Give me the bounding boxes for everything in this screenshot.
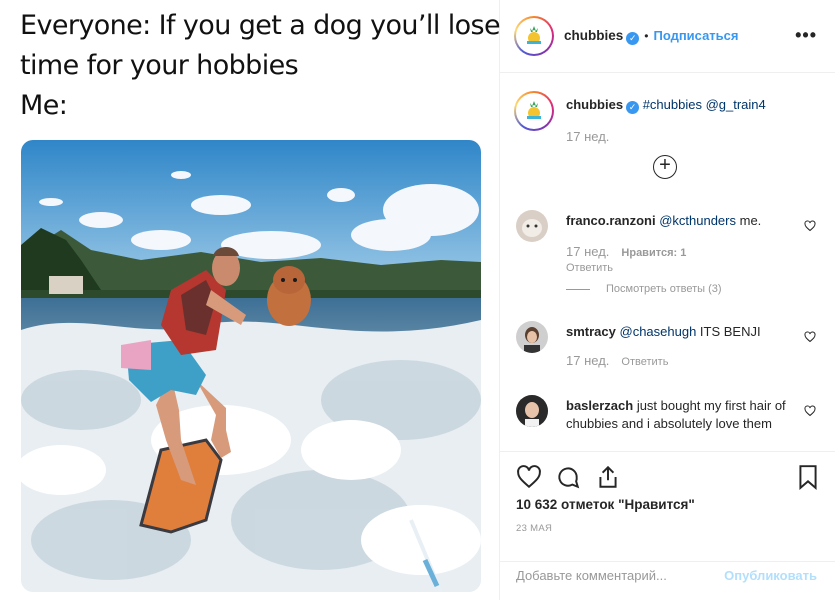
commenter-avatar[interactable] (516, 395, 548, 427)
like-comment-heart-icon[interactable] (804, 220, 816, 232)
post-photo[interactable] (21, 140, 481, 592)
comment-reply-button[interactable]: Ответить (566, 262, 613, 274)
meme-caption: Everyone: If you get a dog you’ll lose t… (20, 6, 501, 126)
add-comment-input[interactable]: Добавьте комментарий... (516, 568, 667, 583)
view-replies-button[interactable]: Посмотреть ответы (3) (566, 283, 722, 295)
comment-text: smtracy @chasehugh ITS BENJI (566, 323, 796, 341)
comment-meta: 17 нед. Нравится: 1 (566, 244, 686, 259)
post-actions: 10 632 отметок "Нравится" 23 МАЯ (500, 451, 835, 561)
comment-username[interactable]: baslerzach (566, 398, 633, 413)
meme-line-2: time for your hobbies (20, 50, 299, 81)
comment-bubble-icon[interactable] (555, 464, 581, 490)
like-comment-heart-icon[interactable] (804, 331, 816, 343)
comment-reply-button[interactable]: Ответить (621, 356, 668, 368)
header-user-line: chubbies ✓ • Подписаться (564, 28, 738, 45)
post-date: 23 МАЯ (516, 523, 553, 534)
surfing-dog-photo (21, 140, 481, 592)
comments-list[interactable]: chubbies ✓ #chubbies @g_train4 17 нед. + … (500, 73, 835, 451)
verified-badge-icon: ✓ (626, 101, 640, 114)
comment-row: smtracy @chasehugh ITS BENJI 17 нед. Отве… (516, 319, 816, 369)
more-options-icon[interactable]: ••• (795, 26, 817, 44)
author-avatar[interactable] (514, 16, 554, 56)
like-heart-icon[interactable] (516, 464, 542, 490)
publish-button[interactable]: Опубликовать (724, 568, 817, 583)
view-replies-label: Посмотреть ответы (3) (606, 283, 722, 295)
comment-row: franco.ranzoni @kcthunders me. 17 нед. Нр… (516, 208, 816, 298)
comment-time: 17 нед. (566, 244, 610, 259)
comment-username[interactable]: smtracy (566, 324, 616, 339)
pineapple-logo-icon (516, 18, 552, 54)
caption-time: 17 нед. (566, 129, 610, 144)
meme-line-3: Me: (20, 90, 68, 121)
add-comment-bar: Добавьте комментарий... Опубликовать (500, 561, 835, 600)
comment-username[interactable]: franco.ranzoni (566, 213, 656, 228)
pineapple-logo-icon (516, 93, 552, 129)
commenter-avatar[interactable] (516, 321, 548, 353)
comment-text: baslerzach just bought my first hair of … (566, 397, 796, 433)
meme-line-1: Everyone: If you get a dog you’ll lose (20, 10, 501, 41)
likes-count[interactable]: 10 632 отметок "Нравится" (516, 497, 695, 512)
caption-tags[interactable]: #chubbies @g_train4 (643, 97, 766, 112)
comment-mention[interactable]: @kcthunders (659, 213, 736, 228)
comment-mention[interactable]: @chasehugh (620, 324, 697, 339)
follow-button[interactable]: Подписаться (653, 28, 738, 43)
verified-badge-icon: ✓ (626, 32, 640, 45)
replies-divider (566, 288, 590, 290)
caption-row: chubbies ✓ #chubbies @g_train4 17 нед. (514, 91, 816, 151)
post-sidebar: chubbies ✓ • Подписаться ••• chubbies ✓ #chu… (500, 0, 835, 600)
caption-text: chubbies ✓ #chubbies @g_train4 (566, 96, 796, 114)
load-more-comments-button[interactable]: + (653, 155, 677, 179)
comment-row: baslerzach just bought my first hair of … (516, 393, 816, 451)
comment-body: ITS BENJI (696, 324, 761, 339)
like-comment-heart-icon[interactable] (804, 405, 816, 417)
author-username[interactable]: chubbies (564, 28, 623, 43)
comment-meta: 17 нед. Ответить (566, 353, 668, 368)
save-bookmark-icon[interactable] (795, 464, 821, 490)
comment-likes[interactable]: Нравится: 1 (621, 247, 686, 259)
comment-time: 17 нед. (566, 353, 610, 368)
commenter-avatar[interactable] (516, 210, 548, 242)
post-header: chubbies ✓ • Подписаться ••• (500, 0, 835, 73)
comment-body: me. (736, 213, 762, 228)
share-icon[interactable] (595, 464, 621, 490)
caption-username[interactable]: chubbies (566, 97, 623, 112)
comment-text: franco.ranzoni @kcthunders me. (566, 212, 796, 230)
post-media: Everyone: If you get a dog you’ll lose t… (0, 0, 501, 600)
header-separator: • (644, 29, 649, 43)
caption-avatar[interactable] (514, 91, 554, 131)
